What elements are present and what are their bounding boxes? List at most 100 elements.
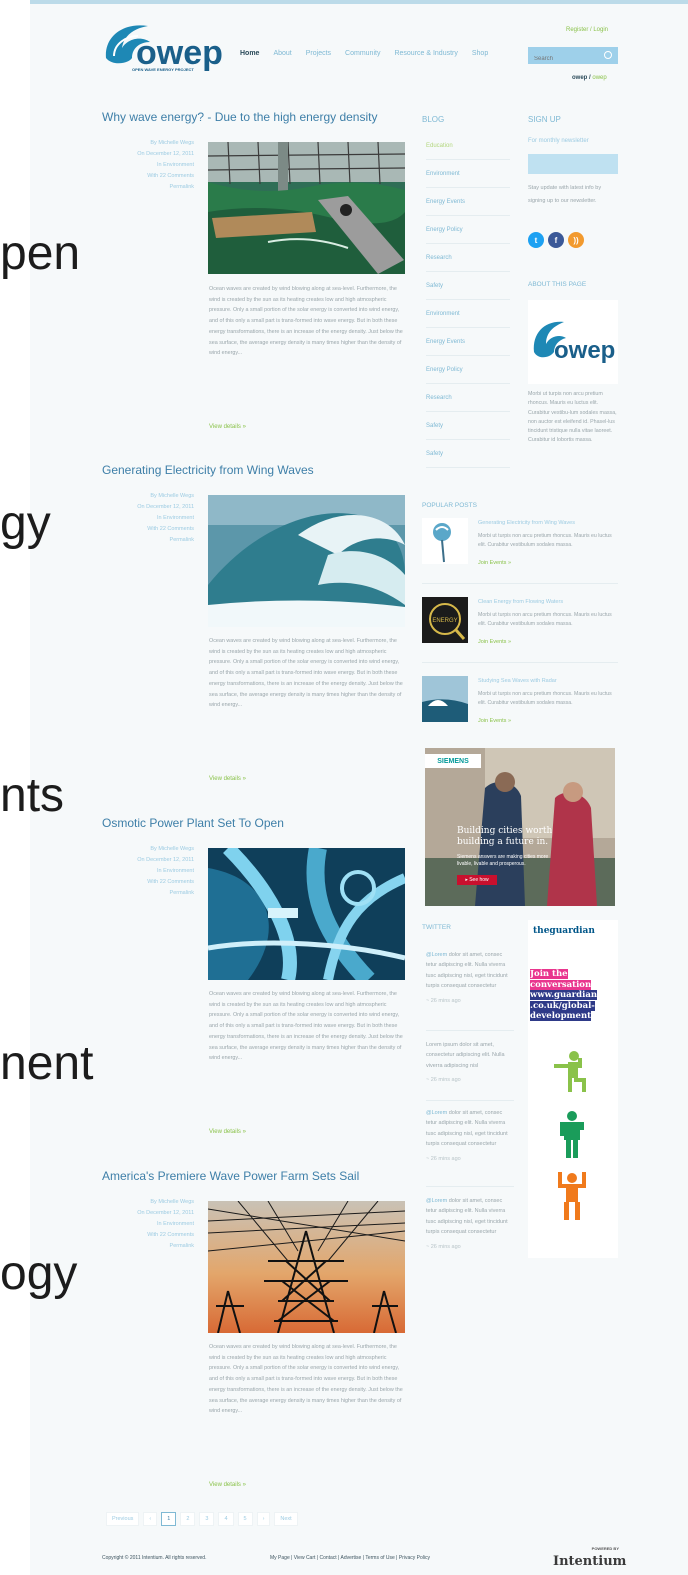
view-details-link[interactable]: View details » [209, 776, 246, 782]
nav-resource-industry[interactable]: Resource & Industry [394, 50, 457, 57]
blog-category-item[interactable]: Education [426, 132, 510, 160]
popular-post-item[interactable]: ENERGY Clean Energy from Flowing Waters … [422, 597, 618, 663]
tweet-link[interactable]: @Lorem [426, 1198, 447, 1204]
search-box [528, 47, 618, 68]
meta-comments[interactable]: With 22 Comments [104, 1230, 194, 1241]
meta-permalink[interactable]: Permalink [104, 182, 194, 193]
tweet: @Lorem dolor sit amet, consec tetur adip… [426, 950, 514, 1006]
nav-shop[interactable]: Shop [472, 50, 488, 57]
pagination-page[interactable]: 3 [199, 1512, 215, 1526]
guardian-logo: theguardian [533, 926, 595, 936]
popular-post-title[interactable]: Studying Sea Waves with Radar [478, 678, 557, 684]
meta-author[interactable]: By Michelle Wegs [104, 844, 194, 855]
powered-by-logo[interactable]: POWERED BY Intentium [553, 1546, 626, 1570]
meta-permalink[interactable]: Permalink [104, 535, 194, 546]
siemens-ad-banner[interactable]: SIEMENS Building cities worth building a… [425, 748, 615, 906]
nav-community[interactable]: Community [345, 50, 380, 57]
blog-category-item[interactable]: Energy Events [426, 328, 510, 356]
pagination-page[interactable]: 4 [218, 1512, 234, 1526]
meta-permalink[interactable]: Permalink [104, 888, 194, 899]
blog-category-item[interactable]: Research [426, 384, 510, 412]
blog-category-item[interactable]: Energy Policy [426, 356, 510, 384]
meta-comments[interactable]: With 22 Comments [104, 524, 194, 535]
site-logo[interactable]: owep OPEN WAVE ENERGY PROJECT [102, 18, 228, 76]
view-details-link[interactable]: View details » [209, 1129, 246, 1135]
rss-icon[interactable]: )) [568, 232, 584, 248]
view-details-link[interactable]: View details » [209, 424, 246, 430]
article-image-ocean-wave[interactable] [208, 495, 405, 627]
pagination-prev-arrow[interactable]: ‹ [143, 1512, 158, 1526]
blog-category-item[interactable]: Safety [426, 272, 510, 300]
pagination-next[interactable]: Next [274, 1512, 298, 1526]
meta-comments[interactable]: With 22 Comments [104, 171, 194, 182]
meta-permalink[interactable]: Permalink [104, 1241, 194, 1252]
nav-home[interactable]: Home [240, 50, 259, 57]
newsletter-email-input[interactable] [528, 154, 618, 174]
popular-post-title[interactable]: Clean Energy from Flowing Waters [478, 599, 563, 605]
guardian-figures [554, 1051, 586, 1220]
search-icon[interactable] [604, 51, 612, 59]
popular-post-thumb[interactable] [422, 518, 468, 564]
popular-post-link[interactable]: Join Events » [478, 639, 511, 645]
article-title[interactable]: Generating Electricity from Wing Waves [102, 463, 314, 477]
article-title[interactable]: America's Premiere Wave Power Farm Sets … [102, 1169, 359, 1183]
guardian-url-line[interactable]: www.guardian .co.uk/global-development [530, 990, 598, 1021]
pagination-previous[interactable]: Previous [106, 1512, 140, 1526]
logo-tagline: OPEN WAVE ENERGY PROJECT [132, 67, 194, 72]
popular-post-link[interactable]: Join Events » [478, 560, 511, 566]
register-login-link[interactable]: Register / Login [566, 27, 608, 33]
blog-category-item[interactable]: Safety [426, 412, 510, 440]
blog-category-list: Education Environment Energy Events Ener… [426, 132, 510, 468]
popular-post-item[interactable]: Generating Electricity from Wing Waves M… [422, 518, 618, 584]
facebook-icon[interactable]: f [548, 232, 564, 248]
blog-category-item[interactable]: Environment [426, 160, 510, 188]
blog-category-item[interactable]: Environment [426, 300, 510, 328]
popular-post-title[interactable]: Generating Electricity from Wing Waves [478, 520, 575, 526]
signup-description: Stay update with latest info by signing … [528, 185, 602, 204]
view-details-link[interactable]: View details » [209, 1482, 246, 1488]
pagination-next-arrow[interactable]: › [256, 1512, 271, 1526]
ad-see-how-button[interactable]: ▸ See how [457, 875, 497, 885]
meta-category[interactable]: In Environment [104, 513, 194, 524]
about-logo: owep [528, 300, 618, 384]
user-action-link[interactable]: owep [592, 75, 606, 81]
meta-category[interactable]: In Environment [104, 1219, 194, 1230]
article-title[interactable]: Why wave energy? - Due to the high energ… [102, 110, 377, 124]
username-link[interactable]: owep [572, 75, 587, 81]
guardian-ad-banner[interactable]: theguardian Join the conversation www.gu… [528, 920, 618, 1258]
tweet-link[interactable]: @Lorem [426, 1110, 447, 1116]
article-title[interactable]: Osmotic Power Plant Set To Open [102, 816, 284, 830]
guardian-join-text: Join the conversation www.guardian .co.u… [530, 969, 602, 1022]
meta-category[interactable]: In Environment [104, 866, 194, 877]
tweet-link[interactable]: @Lorem [426, 952, 447, 958]
ad-headline: Building cities worth building a future … [457, 826, 552, 848]
nav-projects[interactable]: Projects [306, 50, 331, 57]
tweet-time: ~ 26 mins ago [426, 997, 461, 1004]
article-image-power-plant-pipes[interactable] [208, 848, 405, 980]
article-image-wave-device[interactable] [208, 142, 405, 274]
popular-post-link[interactable]: Join Events » [478, 718, 511, 724]
blog-category-item[interactable]: Energy Policy [426, 216, 510, 244]
overlay-word: gy [0, 497, 51, 550]
popular-post-thumb[interactable]: ENERGY [422, 597, 468, 643]
article-excerpt: Ocean waves are created by wind blowing … [209, 638, 403, 709]
meta-author[interactable]: By Michelle Wegs [104, 491, 194, 502]
meta-comments[interactable]: With 22 Comments [104, 877, 194, 888]
article-image-power-tower[interactable] [208, 1201, 405, 1333]
figure-orange-icon [558, 1172, 586, 1220]
blog-category-item[interactable]: Research [426, 244, 510, 272]
meta-category[interactable]: In Environment [104, 160, 194, 171]
popular-post-thumb[interactable] [422, 676, 468, 722]
pagination-page[interactable]: 2 [180, 1512, 196, 1526]
pagination-page[interactable]: 5 [237, 1512, 253, 1526]
blog-category-item[interactable]: Energy Events [426, 188, 510, 216]
popular-post-item[interactable]: Studying Sea Waves with Radar Morbi ut t… [422, 676, 618, 742]
nav-about[interactable]: About [273, 50, 291, 57]
meta-author[interactable]: By Michelle Wegs [104, 1197, 194, 1208]
website-page: owep OPEN WAVE ENERGY PROJECT Home About… [26, 0, 688, 1575]
twitter-icon[interactable]: t [528, 232, 544, 248]
blog-category-item[interactable]: Safety [426, 440, 510, 468]
footer-links[interactable]: My Page | View Cart | Contact | Advertis… [270, 1555, 430, 1561]
meta-author[interactable]: By Michelle Wegs [104, 138, 194, 149]
pagination-page[interactable]: 1 [161, 1512, 177, 1526]
